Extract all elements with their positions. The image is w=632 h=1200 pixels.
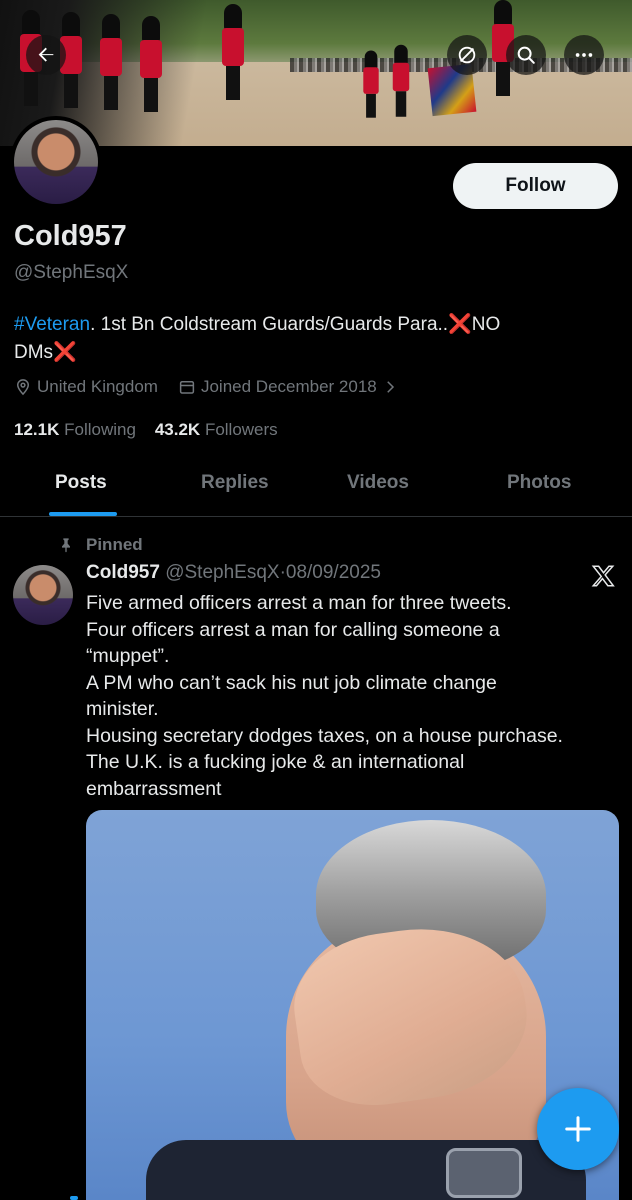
- joined-date-text[interactable]: Joined December 2018: [201, 377, 377, 397]
- profile-handle: @StephEsqX: [14, 262, 129, 283]
- cross-mark-emoji: ❌: [448, 314, 472, 335]
- compose-post-button[interactable]: [537, 1088, 619, 1170]
- location-text: United Kingdom: [37, 377, 158, 396]
- post-author-handle[interactable]: @StephEsqX: [165, 562, 279, 583]
- post-text-line: Housing secretary dodges taxes, on a hou…: [86, 724, 563, 747]
- grok-icon: [458, 46, 476, 64]
- more-horizontal-icon: [575, 53, 593, 57]
- pinned-label: Pinned: [86, 535, 143, 554]
- tab-videos[interactable]: Videos: [347, 472, 409, 494]
- profile-bio: #Veteran. 1st Bn Coldstream Guards/Guard…: [14, 311, 614, 367]
- display-name: Cold957: [14, 220, 127, 252]
- post-author-name[interactable]: Cold957: [86, 562, 160, 583]
- search-icon: [517, 46, 535, 64]
- bio-text-dms: DMs: [14, 342, 54, 363]
- more-button[interactable]: [564, 35, 604, 75]
- active-tab-indicator: [49, 512, 117, 516]
- cross-mark-emoji: ❌: [53, 342, 77, 363]
- avatar-image: [14, 120, 98, 204]
- follow-button[interactable]: Follow: [453, 163, 618, 209]
- calendar-icon: [179, 381, 195, 394]
- location-icon: [16, 379, 30, 396]
- post-text-line: The U.K. is a fucking joke & an internat…: [86, 751, 465, 773]
- post-text-line: Four officers arrest a man for calling s…: [86, 618, 500, 641]
- post-author-avatar[interactable]: [13, 565, 73, 625]
- profile-banner[interactable]: [0, 0, 632, 146]
- pin-icon: [62, 538, 70, 553]
- post-text-line: minister.: [86, 698, 159, 720]
- followers-link[interactable]: 43.2K Followers: [155, 420, 278, 439]
- search-button[interactable]: [506, 35, 546, 75]
- profile-meta: United Kingdom Joined December 2018: [14, 377, 404, 397]
- bio-text: . 1st Bn Coldstream Guards/Guards Para..: [90, 314, 449, 335]
- x-logo-icon[interactable]: [590, 563, 616, 589]
- pinned-indicator: Pinned: [58, 535, 143, 555]
- banner-guard: [363, 50, 379, 118]
- chevron-right-icon[interactable]: [381, 378, 399, 396]
- following-link[interactable]: 12.1K Following: [14, 420, 136, 439]
- profile-avatar[interactable]: [10, 116, 102, 208]
- post-text: Five armed officers arrest a man for thr…: [86, 590, 616, 802]
- bottom-nav-indicator: [70, 1196, 78, 1200]
- plus-icon: [565, 1116, 591, 1142]
- back-button[interactable]: [26, 35, 66, 75]
- image-watch: [446, 1148, 522, 1198]
- banner-guard: [140, 16, 162, 116]
- post-date[interactable]: 08/09/2025: [286, 562, 381, 583]
- follow-stats: 12.1K Following 43.2K Followers: [14, 420, 278, 440]
- tab-photos[interactable]: Photos: [507, 472, 571, 494]
- following-label: Following: [64, 420, 136, 439]
- bio-text-no: NO: [471, 314, 501, 335]
- arrow-left-icon: [38, 47, 54, 62]
- banner-guard: [100, 14, 122, 114]
- post-text-line: Five armed officers arrest a man for thr…: [86, 592, 512, 614]
- tab-posts[interactable]: Posts: [55, 472, 107, 494]
- followers-count: 43.2K: [154, 420, 201, 439]
- following-count: 12.1K: [14, 420, 60, 439]
- bio-hashtag-link[interactable]: #Veteran: [14, 314, 90, 335]
- post-text-line: embarrassment: [86, 777, 222, 800]
- tab-replies[interactable]: Replies: [201, 472, 269, 494]
- post-header: Cold957 @StephEsqX·08/09/2025: [86, 562, 381, 584]
- grok-button[interactable]: [447, 35, 487, 75]
- banner-guard: [392, 44, 410, 117]
- post-text-line: A PM who can’t sack his nut job climate …: [86, 671, 497, 694]
- profile-tabs: Posts Replies Videos Photos: [0, 458, 632, 517]
- followers-label: Followers: [204, 420, 278, 439]
- banner-guard: [222, 4, 244, 114]
- post-text-line: “muppet”.: [86, 645, 170, 667]
